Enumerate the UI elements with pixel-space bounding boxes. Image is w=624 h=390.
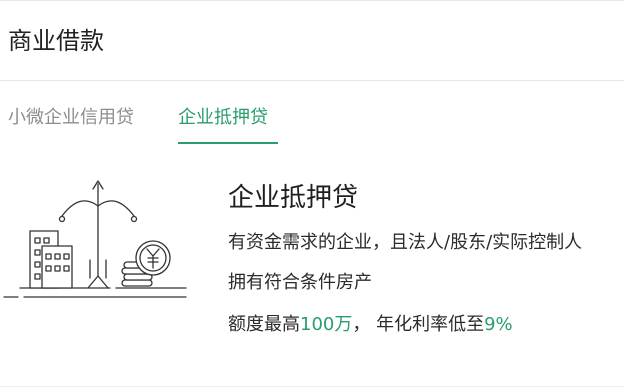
limit-prefix: 额度最高 [228, 314, 300, 335]
mortgage-illustration [0, 176, 196, 306]
limit-separator: ， [352, 314, 371, 335]
bottom-divider [0, 386, 624, 387]
limit-amount: 100万 [300, 314, 353, 335]
rate-prefix: 年化利率低至 [370, 314, 485, 335]
ground-lines-icon [3, 287, 187, 298]
building-icon [29, 230, 73, 289]
page-header: 商业借款 [0, 1, 624, 81]
tab-enterprise-mortgage[interactable]: 企业抵押贷 [178, 104, 268, 132]
product-tabs: 小微企业信用贷 企业抵押贷 [0, 104, 624, 144]
rate-value: 9% [484, 314, 513, 335]
page-title: 商业借款 [8, 27, 104, 55]
requirement-line-2: 拥有符合条件房产 [228, 272, 372, 293]
active-tab-indicator [178, 142, 278, 144]
product-title: 企业抵押贷 [228, 183, 359, 213]
yuan-coin-icon [121, 240, 171, 287]
limit-rate-line: 额度最高100万， 年化利率低至9% [228, 312, 513, 338]
tab-micro-enterprise-credit[interactable]: 小微企业信用贷 [8, 104, 134, 132]
requirement-line-1: 有资金需求的企业，且法人/股东/实际控制人 [228, 232, 583, 253]
